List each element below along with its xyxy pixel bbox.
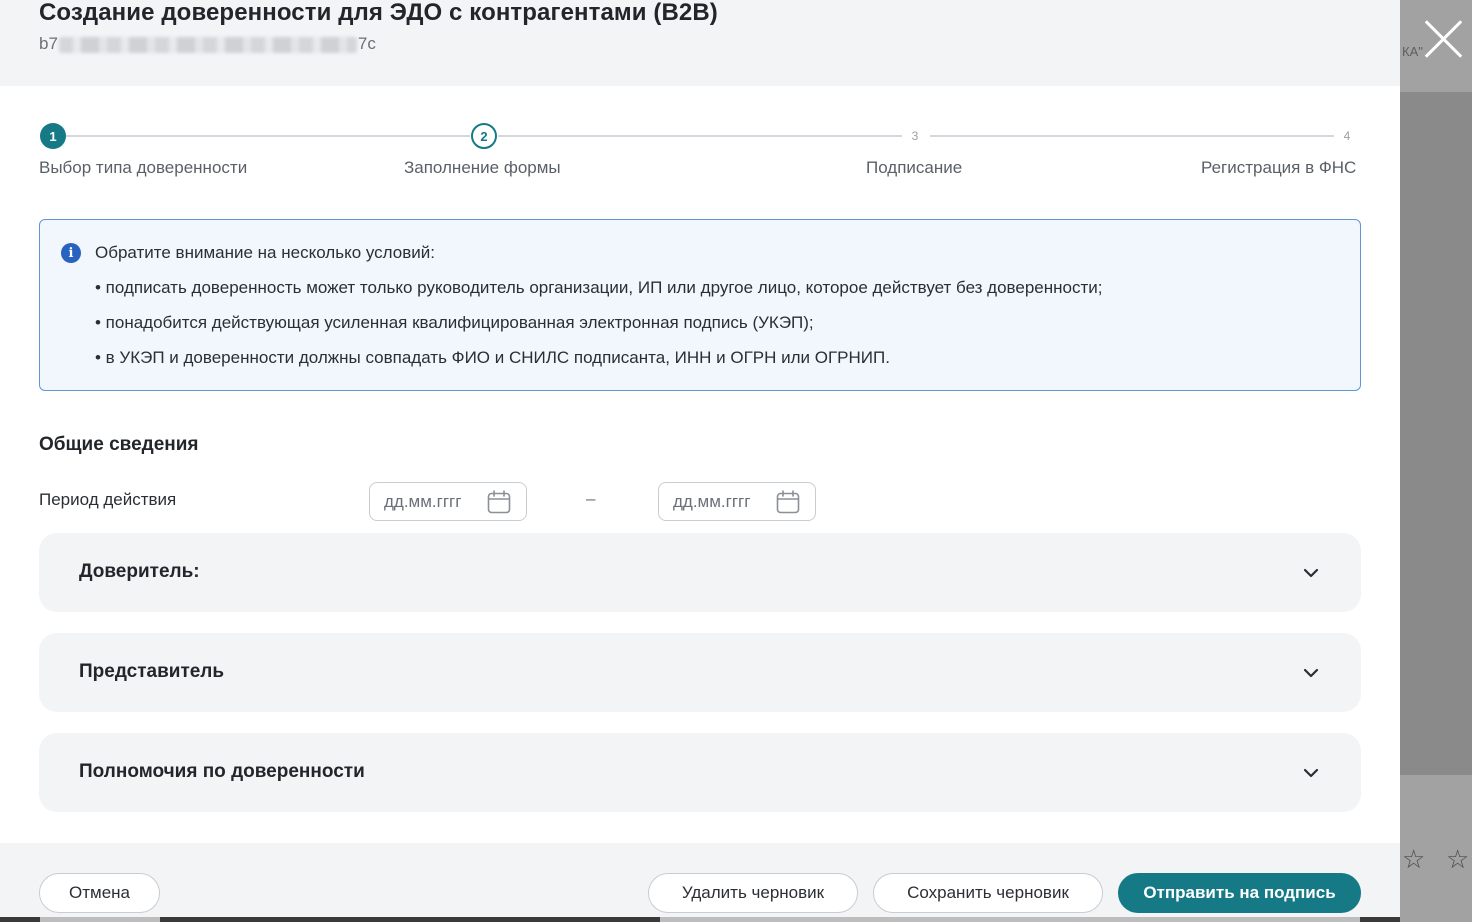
taskbar-strip: [0, 917, 1400, 922]
step-2-indicator: 2: [471, 123, 497, 149]
chevron-down-icon[interactable]: [1301, 763, 1321, 783]
send-to-sign-button[interactable]: Отправить на подпись: [1118, 873, 1361, 913]
step-4-label: Регистрация в ФНС: [1201, 158, 1357, 177]
info-heading: Обратите внимание на несколько условий:: [95, 243, 435, 262]
cancel-button[interactable]: Отмена: [39, 873, 160, 913]
modal-footer: Отмена Удалить черновик Сохранить чернов…: [0, 843, 1400, 922]
accordion-powers-title: Полномочия по доверенности: [79, 761, 365, 782]
modal-title: Создание доверенности для ЭДО с контраге…: [39, 0, 718, 26]
save-draft-button[interactable]: Сохранить черновик: [873, 873, 1103, 913]
accordion-powers[interactable]: Полномочия по доверенности: [39, 733, 1361, 812]
accordion-principal[interactable]: Доверитель:: [39, 533, 1361, 612]
info-notice: i Обратите внимание на несколько условий…: [39, 219, 1361, 391]
document-id-suffix: 7c: [357, 34, 376, 53]
taskbar-segment: [1360, 917, 1400, 922]
date-from-input[interactable]: [384, 492, 484, 512]
info-item: • понадобится действующая усиленная квал…: [95, 313, 814, 332]
date-range-separator: –: [586, 489, 596, 508]
document-id: b7 7c: [39, 34, 376, 54]
modal-header: Создание доверенности для ЭДО с контраге…: [0, 0, 1400, 86]
background-app: КА" ☆ ☆: [1400, 0, 1472, 922]
document-id-prefix: b7: [39, 34, 58, 53]
close-icon[interactable]: [1420, 16, 1466, 62]
step-2-label: Заполнение формы: [404, 158, 561, 177]
accordion-representative[interactable]: Представитель: [39, 633, 1361, 712]
info-item: • подписать доверенность может только ру…: [95, 278, 1103, 297]
redacted-id: [58, 36, 357, 53]
info-item: • в УКЭП и доверенности должны совпадать…: [95, 348, 890, 367]
step-1-label: Выбор типа доверенности: [39, 158, 248, 177]
taskbar-segment: [160, 917, 660, 922]
calendar-icon[interactable]: [775, 489, 801, 515]
calendar-icon[interactable]: [486, 489, 512, 515]
accordion-principal-title: Доверитель:: [79, 561, 200, 582]
step-4-indicator: 4: [1334, 123, 1360, 149]
step-1-indicator: 1: [40, 123, 66, 149]
create-poa-modal: Создание доверенности для ЭДО с контраге…: [0, 0, 1400, 922]
step-3-label: Подписание: [866, 158, 963, 177]
info-icon: i: [61, 243, 81, 263]
star-icon: ☆: [1402, 844, 1426, 874]
stepper: 1 2 3 4 Выбор типа доверенности Заполнен…: [0, 110, 1400, 190]
step-3-indicator: 3: [902, 123, 928, 149]
validity-period-label: Период действия: [39, 490, 177, 509]
chevron-down-icon[interactable]: [1301, 563, 1321, 583]
step-connector: [498, 135, 902, 137]
date-to-input[interactable]: [673, 492, 773, 512]
delete-draft-button[interactable]: Удалить черновик: [648, 873, 858, 913]
date-from-field[interactable]: [369, 482, 527, 521]
taskbar-segment: [0, 917, 40, 922]
step-connector: [930, 135, 1334, 137]
star-icon: ☆: [1446, 844, 1470, 874]
step-connector: [66, 135, 470, 137]
chevron-down-icon[interactable]: [1301, 663, 1321, 683]
general-info-title: Общие сведения: [39, 434, 199, 455]
date-to-field[interactable]: [658, 482, 816, 521]
accordion-representative-title: Представитель: [79, 661, 225, 682]
